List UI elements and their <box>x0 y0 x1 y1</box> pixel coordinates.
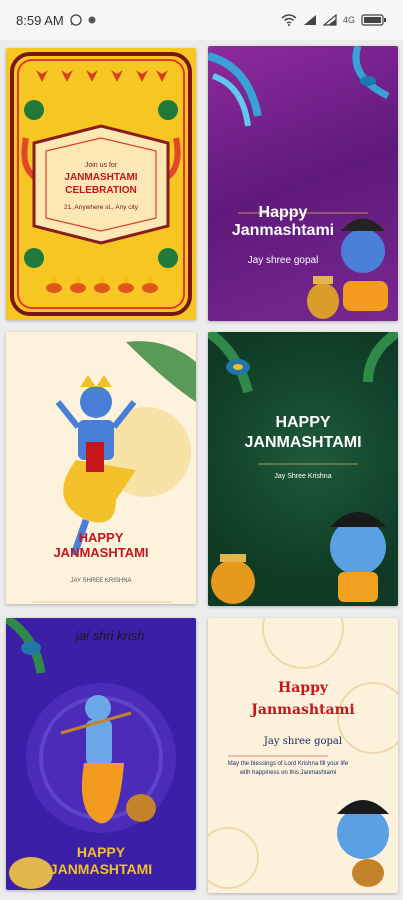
network-type: 4G <box>342 15 355 25</box>
battery-icon <box>361 14 387 26</box>
template-card-happy-janmashtami-green[interactable]: HAPPY JANMASHTAMI Jay Shree Krishna <box>208 332 398 606</box>
card-4-artwork <box>208 332 398 604</box>
template-card-happy-janmashtami-blue[interactable]: jai shri krish HAPPY JANMASHTAMI <box>6 618 196 890</box>
card-1-artwork <box>10 52 192 316</box>
card-6-artwork <box>208 618 398 889</box>
whatsapp-icon <box>70 14 82 26</box>
card-6-message: May the blessings of Lord Krishna fill y… <box>227 761 349 776</box>
card-2-title-2: Janmashtami <box>231 222 335 239</box>
card-2-title-1: Happy <box>258 204 308 221</box>
card-3-title-2: JANMASHTAMI <box>53 545 149 560</box>
template-card-happy-janmashtami-cream[interactable]: HAPPY JANMASHTAMI JAY SHREE KRISHNA <box>6 332 196 604</box>
card-6-title-1: Happy <box>277 680 328 696</box>
card-1-title: JANMASHTAMI <box>64 172 138 183</box>
signal-2-icon <box>322 14 337 26</box>
template-card-celebration[interactable]: Join us for JANMASHTAMI CELEBRATION 21, … <box>6 48 196 320</box>
card-4-title-2: JANMASHTAMI <box>244 434 362 451</box>
card-2-artwork <box>208 46 390 319</box>
status-time: 8:59 AM <box>16 12 64 28</box>
card-1-subtitle: CELEBRATION <box>65 185 137 196</box>
card-1-intro: Join us for <box>84 162 118 169</box>
card-6-title-2: Janmashtami <box>251 702 355 718</box>
wifi-icon <box>281 14 297 26</box>
template-card-happy-janmashtami-purple[interactable]: Happy Janmashtami Jay shree gopal <box>208 46 398 321</box>
notification-dot-icon <box>87 15 97 25</box>
status-bar: 8:59 AM 4G <box>0 0 403 40</box>
template-card-happy-janmashtami-light[interactable]: Happy Janmashtami Jay shree gopal May th… <box>208 618 398 893</box>
card-4-title-1: HAPPY <box>275 414 331 431</box>
card-1-address: 21, Anywhere st., Any city <box>63 204 139 211</box>
card-3-artwork <box>31 341 196 603</box>
card-5-title-2: JANMASHTAMI <box>49 861 153 877</box>
signal-icon <box>303 14 317 26</box>
card-5-title-1: HAPPY <box>76 844 126 860</box>
card-3-title-1: HAPPY <box>78 530 124 545</box>
card-3-subtitle: JAY SHREE KRISHNA <box>70 578 132 584</box>
card-4-subtitle: Jay Shree Krishna <box>274 473 332 480</box>
card-2-subtitle: Jay shree gopal <box>247 255 319 266</box>
card-5-top-text: jai shri krish <box>76 628 145 643</box>
card-6-subtitle: Jay shree gopal <box>263 736 343 747</box>
